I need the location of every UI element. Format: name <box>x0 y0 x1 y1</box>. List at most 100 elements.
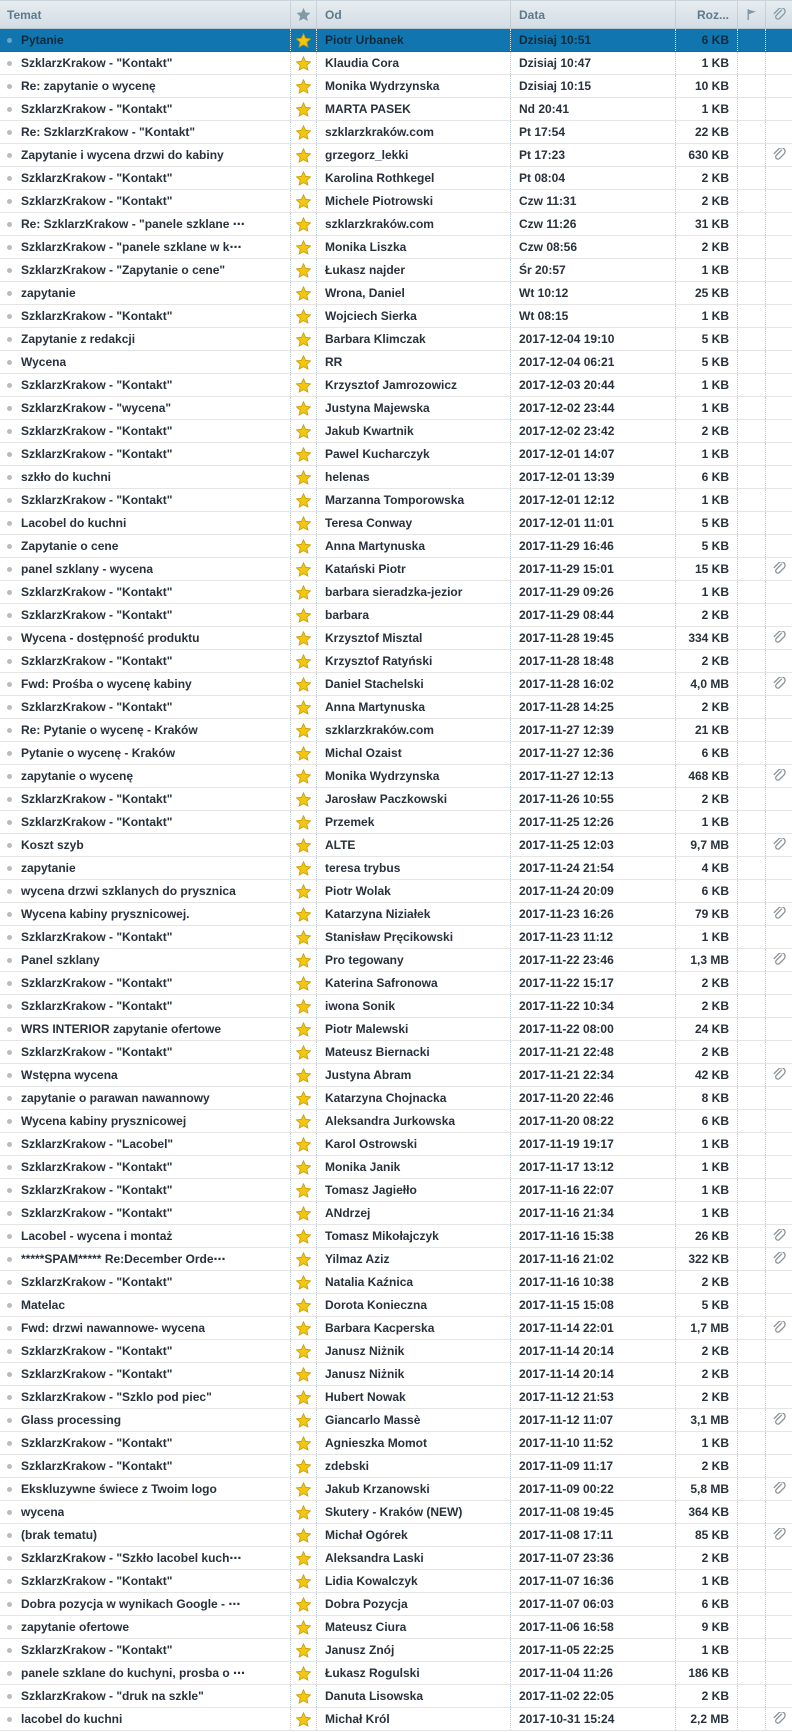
message-row[interactable]: SzklarzKrakow - "Kontakt" Przemek 2017-1… <box>0 811 792 834</box>
message-flag-cell[interactable] <box>737 719 765 741</box>
message-row[interactable]: zapytanie o parawan nawannowy Katarzyna … <box>0 1087 792 1110</box>
star-icon[interactable] <box>296 975 311 991</box>
star-icon[interactable] <box>296 952 311 968</box>
message-flag-cell[interactable] <box>737 880 765 902</box>
message-star-cell[interactable] <box>290 1064 316 1086</box>
star-icon[interactable] <box>296 32 311 48</box>
message-star-cell[interactable] <box>290 765 316 787</box>
message-row[interactable]: SzklarzKrakow - "Kontakt" Jarosław Paczk… <box>0 788 792 811</box>
star-icon[interactable] <box>296 1366 311 1382</box>
star-icon[interactable] <box>296 423 311 439</box>
message-flag-cell[interactable] <box>737 75 765 97</box>
message-flag-cell[interactable] <box>737 420 765 442</box>
message-flag-cell[interactable] <box>737 1363 765 1385</box>
message-row[interactable]: Koszt szyb ALTE 2017-11-25 12:03 9,7 MB <box>0 834 792 857</box>
message-row[interactable]: Re: SzklarzKrakow - "Kontakt" szklarzkra… <box>0 121 792 144</box>
message-row[interactable]: SzklarzKrakow - "Kontakt" Stanisław Pręc… <box>0 926 792 949</box>
message-row[interactable]: Re: SzklarzKrakow - "panele szklane ⋯ sz… <box>0 213 792 236</box>
message-row[interactable]: Ekskluzywne świece z Twoim logo Jakub Kr… <box>0 1478 792 1501</box>
star-icon[interactable] <box>296 1251 311 1267</box>
star-icon[interactable] <box>296 515 311 531</box>
message-row[interactable]: Wycena - dostępność produktu Krzysztof M… <box>0 627 792 650</box>
message-flag-cell[interactable] <box>737 1547 765 1569</box>
message-row[interactable]: SzklarzKrakow - "panele szklane w k⋯ Mon… <box>0 236 792 259</box>
message-flag-cell[interactable] <box>737 926 765 948</box>
message-row[interactable]: SzklarzKrakow - "Kontakt" Klaudia Cora D… <box>0 52 792 75</box>
message-row[interactable]: SzklarzKrakow - "Kontakt" Katerina Safro… <box>0 972 792 995</box>
star-icon[interactable] <box>296 653 311 669</box>
message-flag-cell[interactable] <box>737 1340 765 1362</box>
message-star-cell[interactable] <box>290 305 316 327</box>
message-star-cell[interactable] <box>290 190 316 212</box>
star-icon[interactable] <box>296 722 311 738</box>
star-icon[interactable] <box>296 1711 311 1727</box>
star-icon[interactable] <box>296 354 311 370</box>
message-row[interactable]: (brak tematu) Michał Ogórek 2017-11-08 1… <box>0 1524 792 1547</box>
message-row[interactable]: Lacobel - wycena i montaż Tomasz Mikołaj… <box>0 1225 792 1248</box>
message-star-cell[interactable] <box>290 1616 316 1638</box>
message-flag-cell[interactable] <box>737 1156 765 1178</box>
message-star-cell[interactable] <box>290 558 316 580</box>
message-flag-cell[interactable] <box>737 1087 765 1109</box>
star-icon[interactable] <box>296 1389 311 1405</box>
message-row[interactable]: SzklarzKrakow - "Kontakt" Janusz Niżnik … <box>0 1340 792 1363</box>
message-row[interactable]: Lacobel do kuchni Teresa Conway 2017-12-… <box>0 512 792 535</box>
message-flag-cell[interactable] <box>737 1432 765 1454</box>
message-row[interactable]: Dobra pozycja w wynikach Google - ⋯ Dobr… <box>0 1593 792 1616</box>
message-flag-cell[interactable] <box>737 1110 765 1132</box>
message-flag-cell[interactable] <box>737 627 765 649</box>
message-flag-cell[interactable] <box>737 1202 765 1224</box>
star-icon[interactable] <box>296 101 311 117</box>
message-row[interactable]: lacobel do kuchni Michał Król 2017-10-31… <box>0 1708 792 1731</box>
message-flag-cell[interactable] <box>737 29 765 51</box>
message-flag-cell[interactable] <box>737 558 765 580</box>
message-flag-cell[interactable] <box>737 1524 765 1546</box>
message-flag-cell[interactable] <box>737 1455 765 1477</box>
star-icon[interactable] <box>296 1504 311 1520</box>
star-icon[interactable] <box>296 768 311 784</box>
message-flag-cell[interactable] <box>737 535 765 557</box>
star-icon[interactable] <box>296 216 311 232</box>
message-row[interactable]: Pytanie Piotr Urbanek Dzisiaj 10:51 6 KB <box>0 29 792 52</box>
message-flag-cell[interactable] <box>737 972 765 994</box>
message-flag-cell[interactable] <box>737 282 765 304</box>
message-flag-cell[interactable] <box>737 374 765 396</box>
message-flag-cell[interactable] <box>737 811 765 833</box>
message-star-cell[interactable] <box>290 1593 316 1615</box>
message-flag-cell[interactable] <box>737 995 765 1017</box>
star-icon[interactable] <box>296 860 311 876</box>
message-flag-cell[interactable] <box>737 443 765 465</box>
message-star-cell[interactable] <box>290 259 316 281</box>
message-flag-cell[interactable] <box>737 1271 765 1293</box>
message-flag-cell[interactable] <box>737 949 765 971</box>
message-star-cell[interactable] <box>290 466 316 488</box>
message-star-cell[interactable] <box>290 1524 316 1546</box>
message-star-cell[interactable] <box>290 949 316 971</box>
message-row[interactable]: SzklarzKrakow - "Kontakt" Mateusz Bierna… <box>0 1041 792 1064</box>
message-row[interactable]: SzklarzKrakow - "druk na szkle" Danuta L… <box>0 1685 792 1708</box>
message-row[interactable]: SzklarzKrakow - "Kontakt" Jakub Kwartnik… <box>0 420 792 443</box>
message-star-cell[interactable] <box>290 926 316 948</box>
star-icon[interactable] <box>296 446 311 462</box>
message-star-cell[interactable] <box>290 880 316 902</box>
message-row[interactable]: panel szklany - wycena Katański Piotr 20… <box>0 558 792 581</box>
message-star-cell[interactable] <box>290 1432 316 1454</box>
message-flag-cell[interactable] <box>737 742 765 764</box>
message-star-cell[interactable] <box>290 1363 316 1385</box>
star-icon[interactable] <box>296 1550 311 1566</box>
message-row[interactable]: SzklarzKrakow - "Kontakt" barbara 2017-1… <box>0 604 792 627</box>
message-star-cell[interactable] <box>290 972 316 994</box>
message-row[interactable]: wycena drzwi szklanych do prysznica Piot… <box>0 880 792 903</box>
message-star-cell[interactable] <box>290 1225 316 1247</box>
message-row[interactable]: SzklarzKrakow - "Kontakt" barbara sierad… <box>0 581 792 604</box>
message-flag-cell[interactable] <box>737 121 765 143</box>
column-header-date[interactable]: Data <box>510 1 675 28</box>
message-star-cell[interactable] <box>290 1248 316 1270</box>
message-flag-cell[interactable] <box>737 1409 765 1431</box>
message-row[interactable]: zapytanie ofertowe Mateusz Ciura 2017-11… <box>0 1616 792 1639</box>
star-icon[interactable] <box>296 1136 311 1152</box>
star-icon[interactable] <box>296 1435 311 1451</box>
star-icon[interactable] <box>296 55 311 71</box>
message-star-cell[interactable] <box>290 696 316 718</box>
star-icon[interactable] <box>296 998 311 1014</box>
